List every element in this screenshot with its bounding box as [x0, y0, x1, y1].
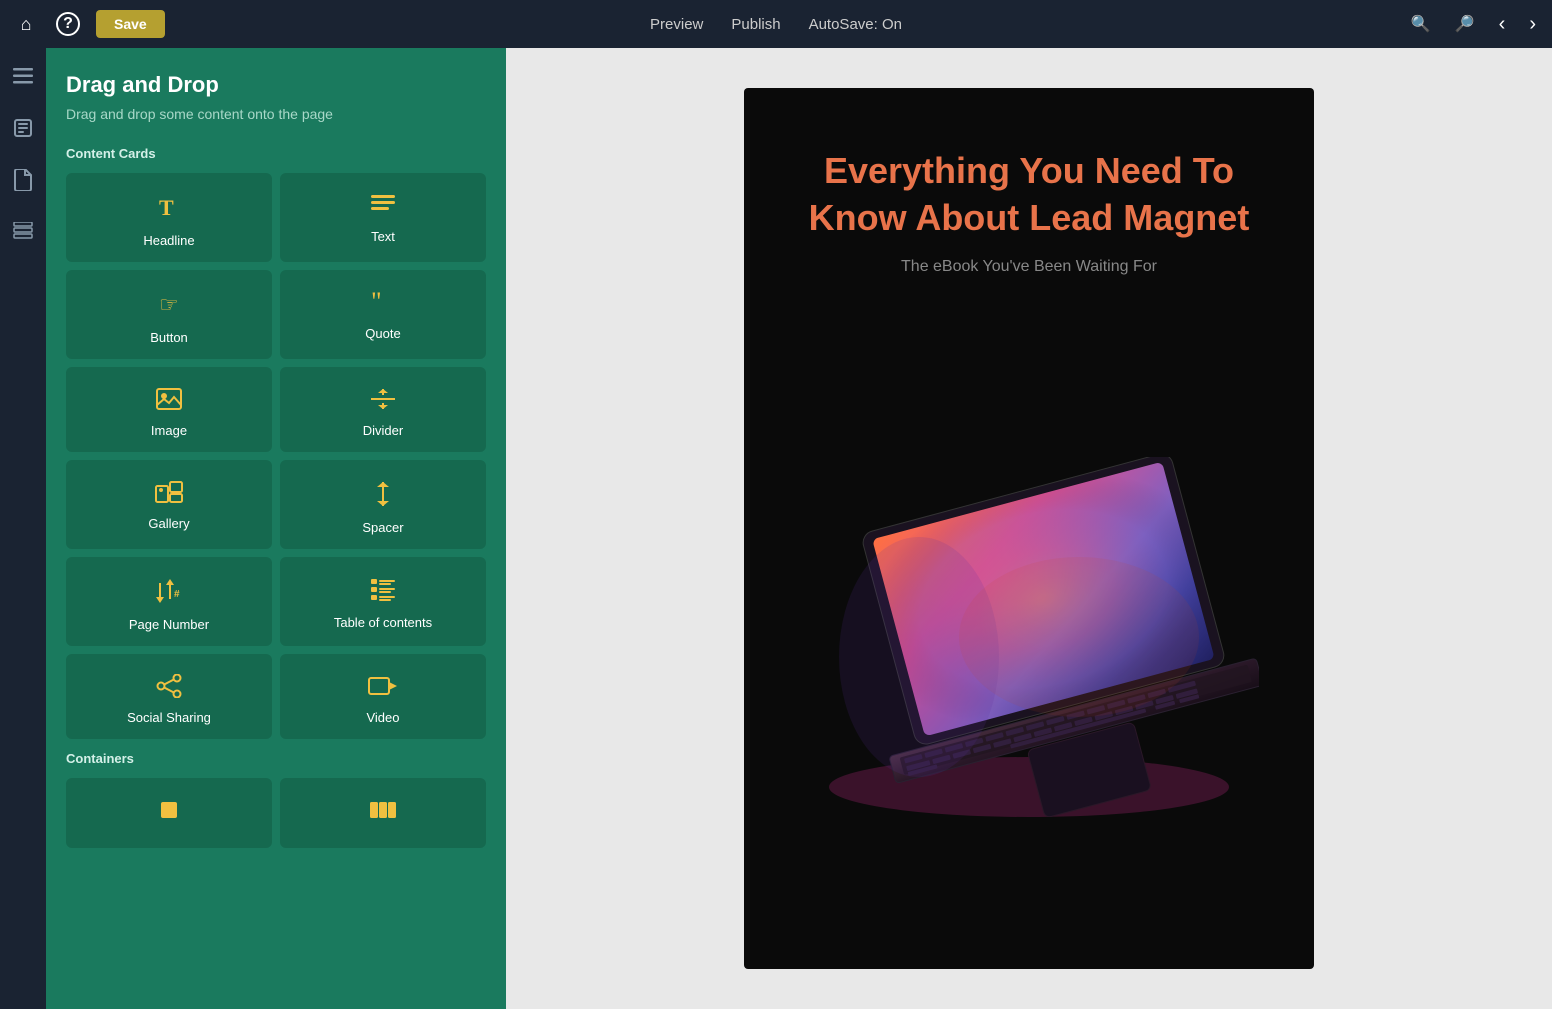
main-layout: Drag and Drop Drag and drop some content… — [0, 48, 1552, 1009]
table-of-contents-icon — [369, 577, 397, 607]
page-number-label: Page Number — [129, 617, 209, 632]
preview-area: Everything You Need To Know About Lead M… — [506, 48, 1552, 1009]
ebook-subtitle: The eBook You've Been Waiting For — [901, 258, 1157, 276]
spacer-icon — [371, 480, 395, 512]
panel-title: Drag and Drop — [66, 72, 486, 98]
svg-text:☞: ☞ — [159, 292, 179, 317]
gallery-card[interactable]: Gallery — [66, 460, 272, 549]
ebook-title: Everything You Need To Know About Lead M… — [784, 148, 1274, 242]
page-number-card[interactable]: # Page Number — [66, 557, 272, 646]
spacer-card[interactable]: Spacer — [280, 460, 486, 549]
multi-col-icon — [368, 798, 398, 826]
zoom-in-button[interactable]: 🔎 — [1451, 14, 1479, 34]
multi-col-container-card[interactable] — [280, 778, 486, 848]
headline-label: Headline — [143, 233, 194, 248]
help-icon[interactable]: ? — [56, 12, 80, 36]
svg-text:": " — [371, 290, 382, 314]
nav-right-actions: 🔍 🔎 ‹ › — [1407, 13, 1540, 36]
spacer-label: Spacer — [362, 520, 403, 535]
social-sharing-card[interactable]: Social Sharing — [66, 654, 272, 739]
preview-link[interactable]: Preview — [650, 16, 703, 33]
video-label: Video — [366, 710, 399, 725]
quote-card[interactable]: " Quote — [280, 270, 486, 359]
headline-card[interactable]: T Headline — [66, 173, 272, 262]
prev-button[interactable]: ‹ — [1495, 13, 1510, 36]
content-panel: Drag and Drop Drag and drop some content… — [46, 48, 506, 1009]
svg-text:#: # — [174, 589, 180, 600]
divider-label: Divider — [363, 423, 403, 438]
sidebar-menu-icon[interactable] — [7, 60, 39, 92]
containers-label: Containers — [66, 751, 486, 766]
content-cards-label: Content Cards — [66, 146, 486, 161]
headline-icon: T — [155, 193, 183, 225]
publish-link[interactable]: Publish — [731, 16, 780, 33]
containers-grid — [66, 778, 486, 848]
button-label: Button — [150, 330, 188, 345]
table-of-contents-label: Table of contents — [334, 615, 432, 630]
gallery-label: Gallery — [148, 516, 189, 531]
home-icon[interactable]: ⌂ — [12, 14, 40, 35]
divider-icon — [369, 387, 397, 415]
single-col-container-card[interactable] — [66, 778, 272, 848]
ebook-image-area — [784, 306, 1274, 969]
table-of-contents-card[interactable]: Table of contents — [280, 557, 486, 646]
quote-icon: " — [369, 290, 397, 318]
text-icon — [369, 193, 397, 221]
next-button[interactable]: › — [1525, 13, 1540, 36]
divider-card[interactable]: Divider — [280, 367, 486, 452]
video-card[interactable]: Video — [280, 654, 486, 739]
page-number-icon: # — [154, 577, 184, 609]
top-nav: ⌂ ? Save Preview Publish AutoSave: On 🔍 … — [0, 0, 1552, 48]
sidebar-document-icon[interactable] — [7, 164, 39, 196]
sidebar-layers-icon[interactable] — [7, 216, 39, 248]
panel-subtitle: Drag and drop some content onto the page — [66, 106, 486, 122]
image-icon — [155, 387, 183, 415]
svg-text:T: T — [159, 195, 174, 220]
image-label: Image — [151, 423, 187, 438]
zoom-out-button[interactable]: 🔍 — [1407, 14, 1435, 34]
gallery-icon — [154, 480, 184, 508]
button-icon: ☞ — [155, 290, 183, 322]
nav-center: Preview Publish AutoSave: On — [650, 16, 902, 33]
sidebar-pages-icon[interactable] — [7, 112, 39, 144]
single-col-icon — [155, 798, 183, 826]
video-icon — [367, 674, 399, 702]
social-sharing-label: Social Sharing — [127, 710, 211, 725]
content-cards-grid: T Headline Text — [66, 173, 486, 739]
social-sharing-icon — [155, 674, 183, 702]
save-button[interactable]: Save — [96, 10, 165, 38]
text-label: Text — [371, 229, 395, 244]
quote-label: Quote — [365, 326, 400, 341]
image-card[interactable]: Image — [66, 367, 272, 452]
icon-sidebar — [0, 48, 46, 1009]
autosave-status: AutoSave: On — [809, 16, 902, 33]
text-card[interactable]: Text — [280, 173, 486, 262]
button-card[interactable]: ☞ Button — [66, 270, 272, 359]
ebook-cover: Everything You Need To Know About Lead M… — [744, 88, 1314, 969]
laptop-illustration — [799, 457, 1259, 817]
